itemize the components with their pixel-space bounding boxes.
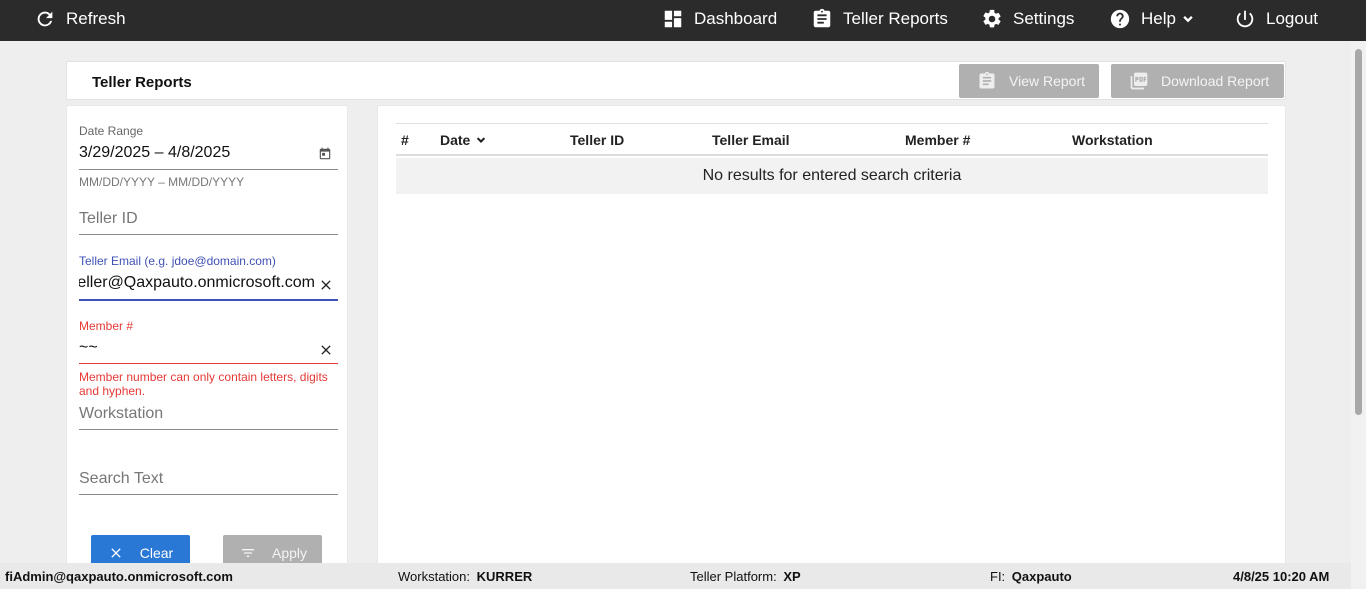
footer-teller-platform: Teller Platform: XP xyxy=(690,569,801,584)
date-range-underline xyxy=(79,169,338,170)
chevron-down-icon xyxy=(1183,15,1193,22)
close-icon xyxy=(111,548,121,558)
date-range-field[interactable]: Date Range 3/29/2025 – 4/8/2025 MM/DD/YY… xyxy=(79,124,338,194)
gear-icon xyxy=(983,9,1001,27)
refresh-label: Refresh xyxy=(66,8,126,28)
clipboard-icon xyxy=(813,8,831,27)
clear-member-icon[interactable] xyxy=(318,342,334,358)
teller-email-input[interactable]: eller@Qaxpauto.onmicrosoft.com xyxy=(79,274,315,292)
member-number-input[interactable]: ~~ xyxy=(79,339,98,357)
date-range-hint: MM/DD/YYYY – MM/DD/YYYY xyxy=(79,175,245,189)
dashboard-icon xyxy=(664,10,682,27)
member-number-field[interactable]: Member # ~~ Member number can only conta… xyxy=(79,319,338,399)
footer-platform-value: XP xyxy=(783,569,801,584)
scrollbar-thumb[interactable] xyxy=(1355,49,1362,415)
nav-dashboard-label: Dashboard xyxy=(694,8,778,28)
teller-email-underline xyxy=(79,299,338,301)
footer-fi-label: FI: xyxy=(990,569,1006,584)
page-title: Teller Reports xyxy=(92,74,192,91)
column-header-teller-id[interactable]: Teller ID xyxy=(570,132,624,148)
teller-email-field[interactable]: Teller Email (e.g. jdoe@domain.com) elle… xyxy=(79,254,338,302)
nav-logout[interactable]: Logout xyxy=(1234,0,1318,37)
help-icon xyxy=(1110,9,1130,28)
apply-label: Apply xyxy=(271,545,308,561)
teller-id-field[interactable]: Teller ID xyxy=(79,206,338,236)
footer-workstation-label: Workstation: xyxy=(398,569,471,584)
calendar-icon[interactable] xyxy=(318,147,332,161)
footer-workstation-value: KURRER xyxy=(476,569,533,584)
workstation-placeholder[interactable]: Workstation xyxy=(79,405,163,423)
footer-workstation: Workstation: KURRER xyxy=(398,569,532,584)
column-header-member[interactable]: Member # xyxy=(905,132,970,148)
footer-user: fiAdmin@qaxpauto.onmicrosoft.com xyxy=(5,569,233,584)
column-header-workstation[interactable]: Workstation xyxy=(1072,132,1153,148)
page-scrollbar[interactable] xyxy=(1351,41,1366,589)
nav-logout-label: Logout xyxy=(1266,8,1318,28)
sort-chevron-down-icon xyxy=(477,137,486,143)
filter-panel: Date Range 3/29/2025 – 4/8/2025 MM/DD/YY… xyxy=(66,105,348,575)
nav-teller-reports[interactable]: Teller Reports xyxy=(811,0,948,37)
date-range-label: Date Range xyxy=(79,124,144,138)
pdf-icon xyxy=(1130,72,1148,90)
results-panel: # Date Teller ID Teller Email Member # W… xyxy=(377,105,1286,575)
top-nav-bar: Refresh Dashboard Teller Reports Setting… xyxy=(0,0,1366,41)
clear-label: Clear xyxy=(139,545,174,561)
clipboard-icon xyxy=(979,71,995,89)
nav-teller-reports-label: Teller Reports xyxy=(843,8,948,28)
clear-email-icon[interactable] xyxy=(318,277,334,293)
search-text-placeholder[interactable]: Search Text xyxy=(79,470,163,488)
nav-settings-label: Settings xyxy=(1013,8,1075,28)
date-range-input[interactable]: 3/29/2025 – 4/8/2025 xyxy=(79,144,309,162)
workstation-underline xyxy=(79,429,338,430)
nav-help-label: Help xyxy=(1141,8,1176,28)
search-text-underline xyxy=(79,494,338,495)
member-number-error: Member number can only contain letters, … xyxy=(79,370,328,398)
column-header-date-label: Date xyxy=(440,132,471,148)
footer-datetime: 4/8/25 10:20 AM xyxy=(1233,569,1330,584)
search-text-field[interactable]: Search Text xyxy=(79,467,338,497)
nav-dashboard[interactable]: Dashboard xyxy=(662,0,777,37)
empty-results-message: No results for entered search criteria xyxy=(396,158,1268,194)
filter-icon xyxy=(241,549,254,557)
table-header-row: # Date Teller ID Teller Email Member # W… xyxy=(396,124,1268,156)
view-report-label: View Report xyxy=(1009,73,1086,89)
workstation-field[interactable]: Workstation xyxy=(79,402,338,432)
page-header-card: Teller Reports View Report Download Repo… xyxy=(66,61,1286,100)
view-report-button[interactable]: View Report xyxy=(959,64,1099,98)
nav-settings[interactable]: Settings xyxy=(981,0,1074,37)
member-number-label: Member # xyxy=(79,319,134,333)
footer-platform-label: Teller Platform: xyxy=(690,569,777,584)
column-header-number[interactable]: # xyxy=(401,132,409,148)
download-report-label: Download Report xyxy=(1161,73,1270,89)
member-number-underline xyxy=(79,363,338,364)
refresh-button[interactable]: Refresh xyxy=(34,0,126,37)
status-bar: fiAdmin@qaxpauto.onmicrosoft.com Worksta… xyxy=(0,563,1351,589)
teller-email-value: eller@Qaxpauto.onmicrosoft.com xyxy=(79,274,315,291)
refresh-icon xyxy=(37,11,53,26)
download-report-button[interactable]: Download Report xyxy=(1111,64,1284,98)
teller-id-placeholder[interactable]: Teller ID xyxy=(79,210,138,228)
teller-id-underline xyxy=(79,234,338,235)
column-header-teller-email[interactable]: Teller Email xyxy=(712,132,790,148)
column-header-date[interactable]: Date xyxy=(440,132,488,148)
power-icon xyxy=(1236,10,1254,27)
footer-fi-value: Qaxpauto xyxy=(1011,569,1072,584)
nav-help[interactable]: Help xyxy=(1109,0,1196,37)
teller-email-label: Teller Email (e.g. jdoe@domain.com) xyxy=(79,254,276,268)
footer-fi: FI: Qaxpauto xyxy=(990,569,1072,584)
